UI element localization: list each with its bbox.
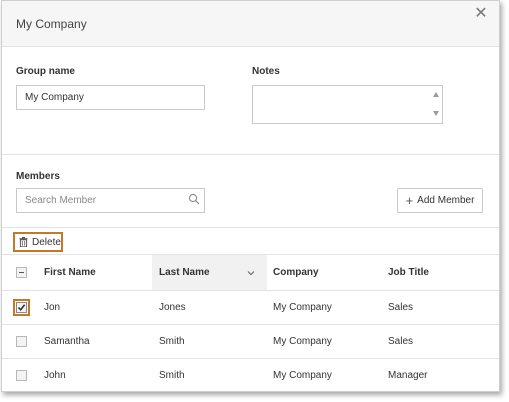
cell-first-name: John [44, 370, 66, 381]
cell-first-name: Jon [44, 302, 61, 313]
delete-label: Delete [32, 236, 61, 248]
row-checkbox[interactable] [16, 336, 27, 347]
members-label: Members [16, 171, 60, 182]
toolbar-divider [2, 227, 499, 228]
members-table: First Name Last Name Company Job Title J… [2, 254, 499, 391]
table-row[interactable]: Samantha Smith My Company Sales [2, 325, 499, 359]
cell-last-name: Jones [159, 302, 186, 313]
notes-scrollbar[interactable] [430, 86, 442, 123]
plus-icon: + [405, 192, 414, 208]
column-header-company[interactable]: Company [273, 255, 319, 290]
chevron-down-icon[interactable] [247, 269, 255, 277]
scroll-down-arrow-icon[interactable] [433, 111, 439, 116]
trash-icon [19, 237, 28, 247]
add-member-label: Add Member [417, 195, 475, 206]
group-name-input[interactable] [16, 85, 205, 110]
notes-textarea[interactable] [253, 86, 431, 123]
edit-group-dialog: My Company ✕ Group name Notes Members + … [1, 0, 500, 392]
column-header-last-name[interactable]: Last Name [159, 255, 210, 290]
search-icon[interactable] [188, 193, 200, 205]
group-name-label: Group name [16, 66, 75, 77]
dialog-title: My Company [16, 17, 87, 31]
row-checkbox-highlight [13, 299, 30, 316]
table-row[interactable]: Jon Jones My Company Sales [2, 291, 499, 325]
cell-job-title: Sales [388, 302, 414, 313]
cell-last-name: Smith [159, 336, 185, 347]
table-header-row: First Name Last Name Company Job Title [2, 254, 499, 291]
close-icon[interactable]: ✕ [473, 6, 489, 22]
dialog-header: My Company ✕ [2, 1, 499, 47]
cell-first-name: Samantha [44, 336, 90, 347]
table-row[interactable]: John Smith My Company Manager [2, 359, 499, 391]
checkmark-icon [17, 304, 26, 312]
row-checkbox[interactable] [16, 302, 27, 313]
cell-job-title: Manager [388, 370, 428, 381]
section-divider [2, 154, 499, 155]
column-header-first-name[interactable]: First Name [44, 255, 96, 290]
column-header-job-title[interactable]: Job Title [388, 255, 429, 290]
notes-label: Notes [252, 66, 280, 77]
notes-field[interactable] [252, 85, 443, 124]
cell-job-title: Sales [388, 336, 414, 347]
cell-last-name: Smith [159, 370, 185, 381]
row-checkbox[interactable] [16, 370, 27, 381]
scroll-up-arrow-icon[interactable] [433, 92, 439, 97]
cell-company: My Company [273, 336, 332, 347]
delete-button[interactable]: Delete [13, 232, 63, 252]
add-member-button[interactable]: + Add Member [397, 188, 483, 213]
cell-company: My Company [273, 370, 332, 381]
cell-company: My Company [273, 302, 332, 313]
select-all-checkbox[interactable] [16, 267, 27, 278]
search-member-input[interactable] [16, 188, 205, 213]
